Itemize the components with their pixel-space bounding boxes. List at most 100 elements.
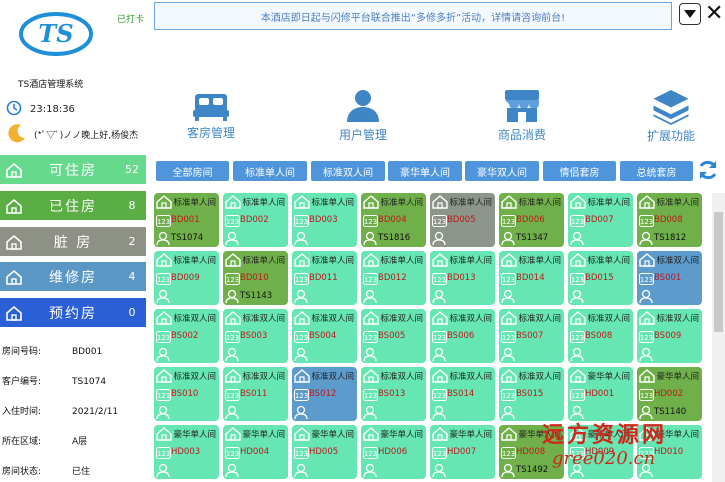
room-card[interactable]: 123 标准双人间 BS005 [361, 309, 426, 363]
home-icon [156, 311, 172, 325]
room-card[interactable]: 123 标准单人间 BD015 [568, 251, 633, 305]
room-card[interactable]: 123 标准双人间 BS015 [499, 367, 564, 421]
room-card[interactable]: 123 标准单人间 BD008 TS1812 [637, 193, 702, 247]
status-button[interactable]: 已住房 8 [0, 191, 146, 220]
room-card[interactable]: 123 标准单人间 BD005 [430, 193, 495, 247]
status-label: 预约房 [49, 305, 97, 322]
module-user-management[interactable]: 用户管理 [318, 88, 408, 144]
svg-text:123: 123 [571, 392, 584, 400]
home-icon [363, 427, 379, 441]
dropdown-button[interactable] [679, 3, 701, 25]
module-goods-consumption[interactable]: 商品消费 [477, 88, 567, 144]
filter-tab[interactable]: 豪华双人间 [465, 161, 539, 181]
status-count: 2 [128, 235, 136, 248]
room-number: BS006 [447, 331, 475, 341]
room-number: BS001 [654, 273, 682, 283]
room-type: 标准单人间 [587, 256, 630, 266]
room-card[interactable]: 123 标准单人间 BD009 [154, 251, 219, 305]
guest-icon [501, 347, 515, 361]
clock-icon [6, 100, 22, 119]
room-card[interactable]: 123 标准双人间 BS001 [637, 251, 702, 305]
status-button[interactable]: 脏 房 2 [0, 227, 146, 256]
room-card[interactable]: 123 豪华单人间 HD001 [568, 367, 633, 421]
status-button[interactable]: 维修房 4 [0, 262, 146, 291]
room-type: 标准双人间 [242, 314, 285, 324]
room-card[interactable]: 123 标准双人间 BS009 [637, 309, 702, 363]
room-card[interactable]: 123 标准双人间 BS011 [223, 367, 288, 421]
room-number: BS010 [171, 389, 199, 399]
room-number: BS012 [309, 389, 337, 399]
room-card[interactable]: 123 标准单人间 BD014 [499, 251, 564, 305]
room-card[interactable]: 123 标准单人间 BD007 [568, 193, 633, 247]
room-card[interactable]: 123 豪华单人间 HD007 [430, 425, 495, 479]
room-card[interactable]: 123 标准双人间 BS007 [499, 309, 564, 363]
room-card[interactable]: 123 标准单人间 BD013 [430, 251, 495, 305]
room-card[interactable]: 123 标准双人间 BS013 [361, 367, 426, 421]
room-card[interactable]: 123 标准双人间 BS003 [223, 309, 288, 363]
module-extensions[interactable]: 扩展功能 [626, 88, 716, 144]
room-number: BS003 [240, 331, 268, 341]
home-icon [363, 369, 379, 383]
home-icon [0, 162, 28, 178]
room-card[interactable]: 123 标准双人间 BS002 [154, 309, 219, 363]
filter-tab[interactable]: 豪华单人间 [388, 161, 462, 181]
guest-icon [363, 463, 377, 477]
guest-icon [225, 231, 239, 245]
room-card[interactable]: 123 标准双人间 BS006 [430, 309, 495, 363]
filter-tab[interactable]: 总统套房 [620, 161, 693, 181]
room-info-row: 房间号码: BD001 [2, 344, 102, 357]
home-icon [225, 369, 241, 383]
filter-tab[interactable]: 标准单人间 [233, 161, 307, 181]
number-icon: 123 [501, 273, 516, 285]
room-card[interactable]: 123 豪华单人间 HD006 [361, 425, 426, 479]
room-card[interactable]: 123 标准单人间 BD004 TS1816 [361, 193, 426, 247]
room-card[interactable]: 123 标准单人间 BD012 [361, 251, 426, 305]
number-icon: 123 [225, 331, 240, 343]
room-card[interactable]: 123 豪华单人间 HD002 TS1140 [637, 367, 702, 421]
module-room-management[interactable]: 客房管理 [166, 88, 256, 144]
room-card[interactable]: 123 标准单人间 BD001 TS1074 [154, 193, 219, 247]
room-type: 标准单人间 [518, 256, 561, 266]
status-button[interactable]: 预约房 0 [0, 298, 146, 327]
system-name: TS酒店管理系统 [18, 80, 84, 90]
guest-icon [225, 289, 239, 303]
guest-icon [294, 347, 308, 361]
room-card[interactable]: 123 标准单人间 BD002 [223, 193, 288, 247]
room-card[interactable]: 123 标准单人间 BD010 TS1143 [223, 251, 288, 305]
room-card[interactable]: 123 标准单人间 BD011 [292, 251, 357, 305]
number-icon: 123 [294, 447, 309, 459]
room-type: 标准单人间 [242, 256, 285, 266]
room-type: 标准双人间 [518, 314, 561, 324]
guest-icon [156, 231, 170, 245]
close-button[interactable]: ✕ [705, 2, 725, 26]
room-card[interactable]: 123 标准双人间 BS014 [430, 367, 495, 421]
room-card[interactable]: 123 标准单人间 BD003 [292, 193, 357, 247]
room-info-row: 入住时间: 2021/2/11 [2, 404, 118, 417]
home-icon [225, 311, 241, 325]
room-info-key: 房间状态: [2, 467, 42, 477]
room-card[interactable]: 123 豪华单人间 HD004 [223, 425, 288, 479]
room-card[interactable]: 123 标准双人间 BS012 [292, 367, 357, 421]
svg-text:123: 123 [226, 450, 239, 458]
guest-icon [294, 231, 308, 245]
refresh-button[interactable] [697, 159, 719, 181]
status-button[interactable]: 可住房 52 [0, 155, 146, 184]
room-card[interactable]: 123 标准双人间 BS008 [568, 309, 633, 363]
svg-text:123: 123 [157, 392, 170, 400]
room-card[interactable]: 123 豪华单人间 HD003 [154, 425, 219, 479]
room-card[interactable]: 123 标准双人间 BS004 [292, 309, 357, 363]
room-card[interactable]: 123 标准双人间 BS010 [154, 367, 219, 421]
room-card[interactable]: 123 标准单人间 BD006 TS1347 [499, 193, 564, 247]
number-icon: 123 [363, 331, 378, 343]
filter-tab[interactable]: 全部房间 [156, 161, 229, 181]
filter-tab[interactable]: 情侣套房 [543, 161, 616, 181]
svg-text:123: 123 [502, 450, 515, 458]
room-number: BS007 [516, 331, 544, 341]
room-number: BD011 [309, 273, 338, 283]
room-card[interactable]: 123 豪华单人间 HD005 [292, 425, 357, 479]
filter-tab[interactable]: 标准双人间 [311, 161, 385, 181]
svg-text:123: 123 [295, 392, 308, 400]
scrollbar-thumb[interactable] [714, 212, 723, 332]
room-info-value: BD001 [72, 347, 103, 357]
number-icon: 123 [570, 215, 585, 227]
